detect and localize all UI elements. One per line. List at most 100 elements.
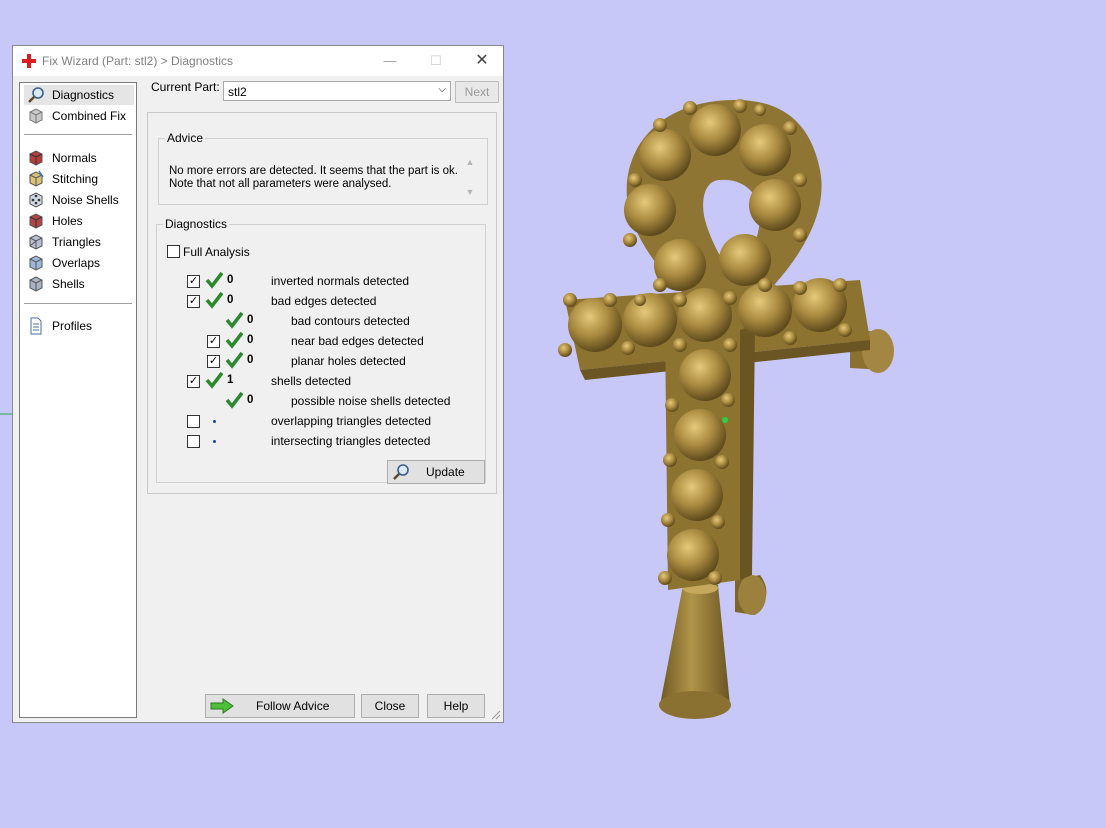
checkmark-icon [205, 371, 223, 389]
cube-normals-icon [29, 150, 43, 166]
sidebar-item-label: Holes [52, 214, 83, 228]
checkmark-icon [205, 271, 223, 289]
minimize-button[interactable]: — [367, 46, 413, 76]
sidebar-item-label: Noise Shells [52, 193, 119, 207]
window-title: Fix Wizard (Part: stl2) > Diagnostics [42, 54, 234, 68]
cube-stitch-icon [29, 170, 44, 187]
follow-advice-button[interactable]: Follow Advice [205, 694, 355, 718]
noise-shells-count: 0 [247, 394, 254, 406]
sidebar-item-triangles[interactable]: Triangles [24, 232, 134, 252]
bad-edges-checkbox[interactable]: ✓ [187, 295, 200, 308]
current-part-select[interactable]: stl2 ⌵ [223, 81, 451, 101]
next-button[interactable]: Next [455, 81, 499, 103]
checkmark-icon [225, 311, 243, 329]
bad-edges-count: 0 [227, 294, 234, 306]
sidebar-item-overlaps[interactable]: Overlaps [24, 253, 134, 273]
red-cross-icon [22, 54, 36, 68]
diagnostics-group: Diagnostics Full Analysis ✓ 0 inverted n… [156, 217, 486, 484]
current-part-label: Current Part: [151, 80, 220, 94]
checkmark-icon [225, 351, 243, 369]
advice-text: No more errors are detected. It seems th… [169, 165, 461, 191]
sidebar-divider [24, 303, 132, 304]
advice-legend: Advice [167, 131, 204, 145]
fix-wizard-dialog: Fix Wizard (Part: stl2) > Diagnostics — … [12, 45, 504, 723]
bad-contours-label: bad contours detected [291, 314, 410, 328]
sidebar-item-label: Diagnostics [52, 88, 115, 102]
close-button[interactable]: Close [361, 694, 419, 718]
scroll-up-icon[interactable]: ▲ [463, 157, 477, 167]
sidebar-item-label: Profiles [52, 319, 93, 333]
overlapping-triangles-label: overlapping triangles detected [271, 414, 432, 428]
maximize-button[interactable]: ☐ [413, 46, 459, 76]
planar-holes-label: planar holes detected [291, 354, 406, 368]
sidebar-item-diagnostics[interactable]: Diagnostics [24, 85, 134, 105]
full-analysis-label: Full Analysis [183, 245, 250, 259]
noise-shells-label: possible noise shells detected [291, 394, 451, 408]
shells-checkbox[interactable]: ✓ [187, 375, 200, 388]
checkmark-icon [205, 291, 223, 309]
sidebar-item-shells[interactable]: Shells [24, 274, 134, 294]
sidebar-divider [24, 134, 132, 135]
sidebar-item-label: Combined Fix [52, 109, 127, 123]
not-analysed-dot [213, 440, 216, 443]
sidebar-item-holes[interactable]: Holes [24, 211, 134, 231]
sidebar-item-label: Stitching [52, 172, 99, 186]
diagnostics-legend: Diagnostics [165, 217, 228, 231]
cube-overlaps-icon [29, 255, 43, 271]
checkmark-icon [225, 391, 243, 409]
cube-shells-icon [29, 276, 43, 292]
near-bad-edges-checkbox[interactable]: ✓ [207, 335, 220, 348]
sidebar-item-combined-fix[interactable]: Combined Fix [24, 106, 134, 126]
sidebar-item-stitching[interactable]: Stitching [24, 169, 134, 189]
cube-holes-icon [29, 213, 43, 229]
inverted-normals-count: 0 [227, 274, 234, 286]
noise-dice-icon [29, 192, 43, 208]
chevron-down-icon: ⌵ [438, 84, 446, 95]
advice-line-1: No more errors are detected. It seems th… [169, 165, 458, 177]
near-bad-edges-label: near bad edges detected [291, 334, 424, 348]
sidebar-item-profiles[interactable]: Profiles [24, 316, 134, 336]
bad-edges-label: bad edges detected [271, 294, 377, 308]
inverted-normals-checkbox[interactable]: ✓ [187, 275, 200, 288]
title-bar[interactable]: Fix Wizard (Part: stl2) > Diagnostics — … [13, 46, 503, 76]
ankh-model [558, 99, 894, 719]
follow-advice-label: Follow Advice [256, 699, 330, 713]
resize-grip-icon[interactable] [491, 710, 501, 720]
magnifier-icon [28, 87, 44, 103]
intersecting-triangles-label: intersecting triangles detected [271, 434, 431, 448]
diagnostics-panel: Advice No more errors are detected. It s… [147, 112, 497, 494]
arrow-right-icon [210, 698, 234, 714]
help-button[interactable]: Help [427, 694, 485, 718]
close-window-button[interactable]: ✕ [459, 46, 505, 76]
magnifier-icon [393, 464, 409, 480]
sidebar-item-noise-shells[interactable]: Noise Shells [24, 190, 134, 210]
update-label: Update [426, 465, 465, 479]
update-button[interactable]: Update [387, 460, 485, 484]
intersecting-triangles-checkbox[interactable] [187, 435, 200, 448]
advice-scrollbar[interactable]: ▲ ▼ [463, 157, 477, 207]
wizard-sidebar: Diagnostics Combined Fix Normals Stitchi… [19, 82, 137, 718]
sidebar-item-label: Triangles [52, 235, 101, 249]
sidebar-item-label: Shells [52, 277, 85, 291]
advice-group: Advice No more errors are detected. It s… [158, 131, 488, 205]
cube-stack-icon [29, 108, 43, 124]
document-icon [30, 317, 42, 335]
sidebar-item-label: Normals [52, 151, 97, 165]
current-part-value: stl2 [228, 85, 247, 99]
inverted-normals-label: inverted normals detected [271, 274, 410, 288]
checkmark-icon [225, 331, 243, 349]
planar-holes-count: 0 [247, 354, 254, 366]
advice-line-2: Note that not all parameters were analys… [169, 178, 392, 190]
shells-count: 1 [227, 374, 234, 386]
sidebar-item-label: Overlaps [52, 256, 101, 270]
planar-holes-checkbox[interactable]: ✓ [207, 355, 220, 368]
near-bad-edges-count: 0 [247, 334, 254, 346]
full-analysis-checkbox[interactable] [167, 245, 180, 258]
scroll-down-icon[interactable]: ▼ [463, 187, 477, 197]
not-analysed-dot [213, 420, 216, 423]
overlapping-triangles-checkbox[interactable] [187, 415, 200, 428]
sidebar-item-normals[interactable]: Normals [24, 148, 134, 168]
bad-contours-count: 0 [247, 314, 254, 326]
cube-triangles-icon [29, 234, 43, 250]
shells-label: shells detected [271, 374, 352, 388]
